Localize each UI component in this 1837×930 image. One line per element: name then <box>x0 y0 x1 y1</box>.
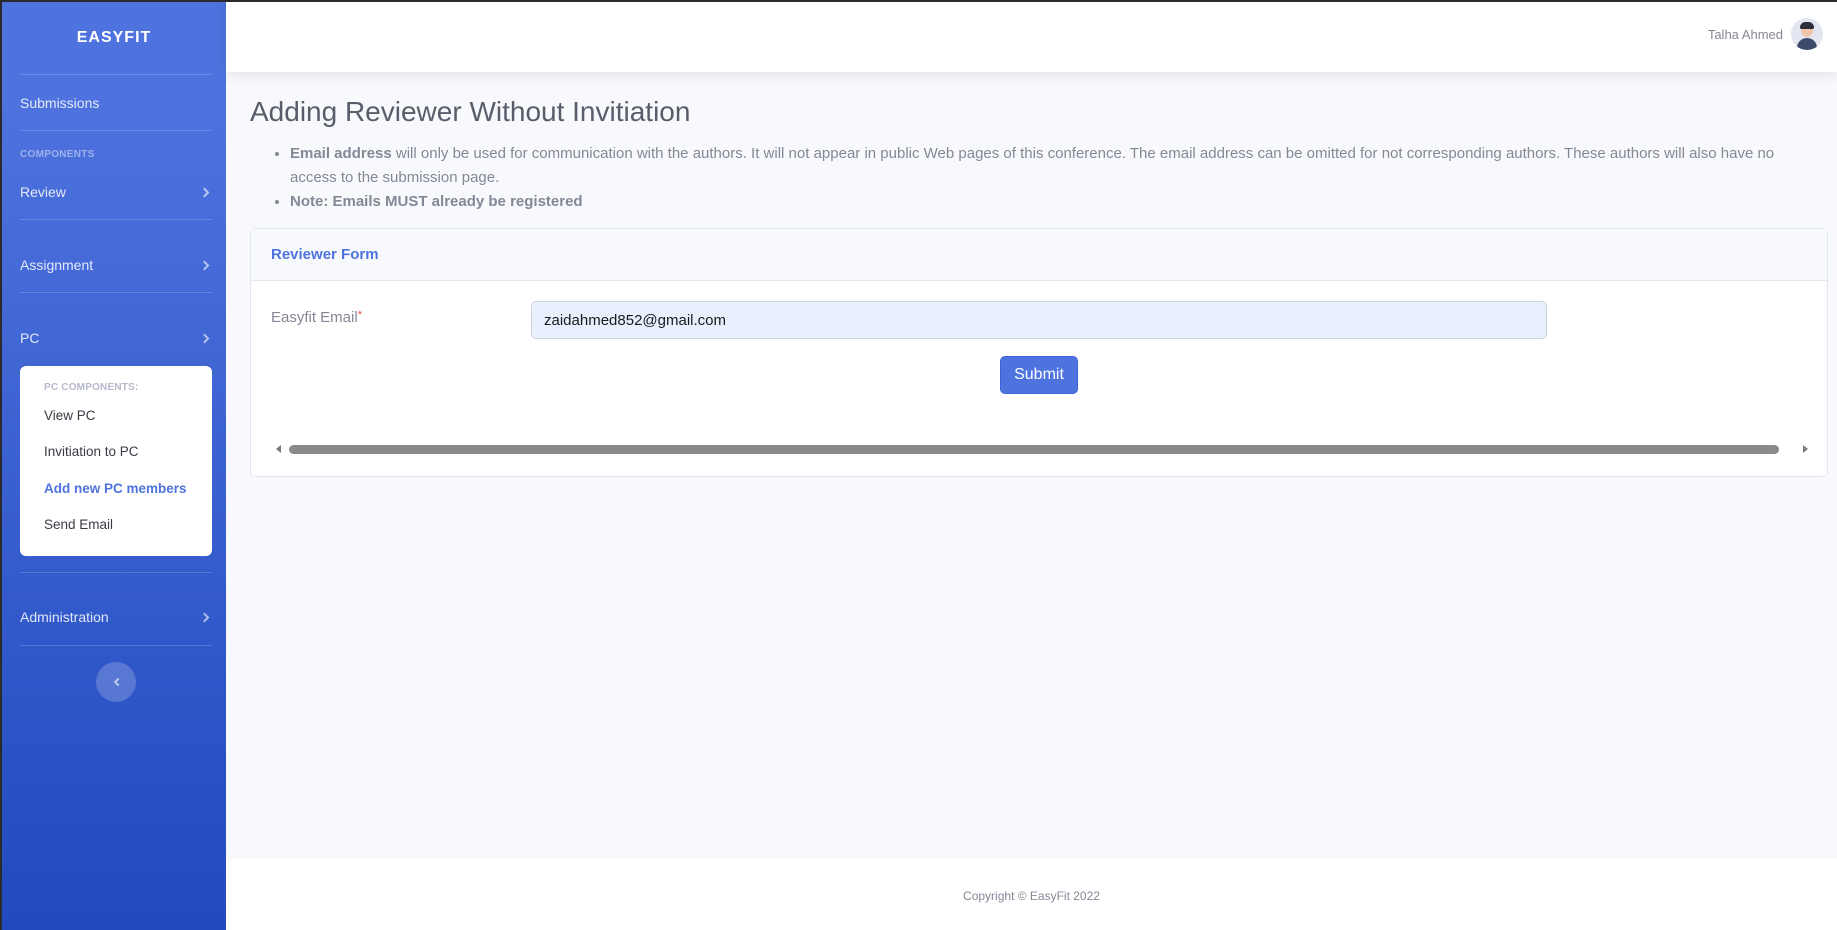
sidebar-item-label: Review <box>20 184 66 200</box>
required-mark: * <box>357 309 362 321</box>
submenu-item-add-pc-members[interactable]: Add new PC members <box>44 481 187 496</box>
card-header: Reviewer Form <box>251 229 1827 281</box>
chevron-left-icon <box>113 677 122 687</box>
sidebar-item-review[interactable]: Review <box>20 180 212 204</box>
reviewer-form-card: Reviewer Form Easyfit Email* Submit <box>250 228 1828 477</box>
copyright-text: Copyright © EasyFit 2022 <box>963 888 1100 903</box>
sidebar-divider <box>20 130 212 131</box>
sidebar-item-pc[interactable]: PC <box>20 326 212 350</box>
horizontal-scrollbar[interactable] <box>289 445 1779 454</box>
brand-logo[interactable]: EASYFIT <box>2 2 226 74</box>
sidebar-item-assignment[interactable]: Assignment <box>20 253 212 277</box>
pc-submenu: PC COMPONENTS: View PC Invitiation to PC… <box>20 366 212 556</box>
email-label-text: Easyfit Email <box>271 309 358 326</box>
email-label: Easyfit Email* <box>271 309 362 326</box>
avatar <box>1791 18 1823 50</box>
submit-button[interactable]: Submit <box>1000 356 1078 394</box>
chevron-right-icon <box>199 333 210 343</box>
page-title: Adding Reviewer Without Invitiation <box>250 96 691 127</box>
submenu-item-invitation-to-pc[interactable]: Invitiation to PC <box>44 444 139 459</box>
topbar: Talha Ahmed <box>226 2 1837 72</box>
submenu-item-view-pc[interactable]: View PC <box>44 408 96 423</box>
avatar-body <box>1797 38 1817 50</box>
user-menu[interactable]: Talha Ahmed <box>1708 18 1823 50</box>
sidebar-divider <box>20 74 212 75</box>
note-text: will only be used for communication with… <box>290 145 1775 186</box>
sidebar-item-administration[interactable]: Administration <box>20 605 212 629</box>
submenu-item-send-email[interactable]: Send Email <box>44 517 113 532</box>
note-bold-label: Email address <box>290 145 392 162</box>
sidebar-divider <box>20 219 212 220</box>
scroll-right-arrow[interactable] <box>1803 445 1808 453</box>
sidebar-divider <box>20 572 212 573</box>
user-name: Talha Ahmed <box>1707 26 1783 42</box>
sidebar-item-label: Submissions <box>20 95 100 111</box>
sidebar-heading-components: COMPONENTS <box>20 149 95 160</box>
note-registered: Note: Emails MUST already be registered <box>290 190 1812 214</box>
scroll-left-arrow[interactable] <box>276 445 281 453</box>
email-field[interactable] <box>531 301 1547 339</box>
note-registered-text: Note: Emails MUST already be registered <box>290 193 583 210</box>
chevron-right-icon <box>199 612 210 622</box>
sidebar-item-label: PC <box>20 330 40 346</box>
chevron-right-icon <box>199 260 210 270</box>
note-email-usage: Email address will only be used for comm… <box>290 142 1812 190</box>
footer: Copyright © EasyFit 2022 <box>226 859 1837 930</box>
notes-list: Email address will only be used for comm… <box>272 142 1812 214</box>
sidebar-item-label: Assignment <box>20 257 94 273</box>
sidebar: EASYFIT Submissions COMPONENTS Review As… <box>0 2 226 930</box>
sidebar-divider <box>20 645 212 646</box>
sidebar-toggle-button[interactable] <box>96 662 136 702</box>
sidebar-divider <box>20 292 212 293</box>
sidebar-item-submissions[interactable]: Submissions <box>20 91 212 115</box>
chevron-right-icon <box>199 187 210 197</box>
sidebar-item-label: Administration <box>20 609 109 625</box>
avatar-hair <box>1800 22 1814 29</box>
pc-submenu-heading: PC COMPONENTS: <box>44 382 139 393</box>
